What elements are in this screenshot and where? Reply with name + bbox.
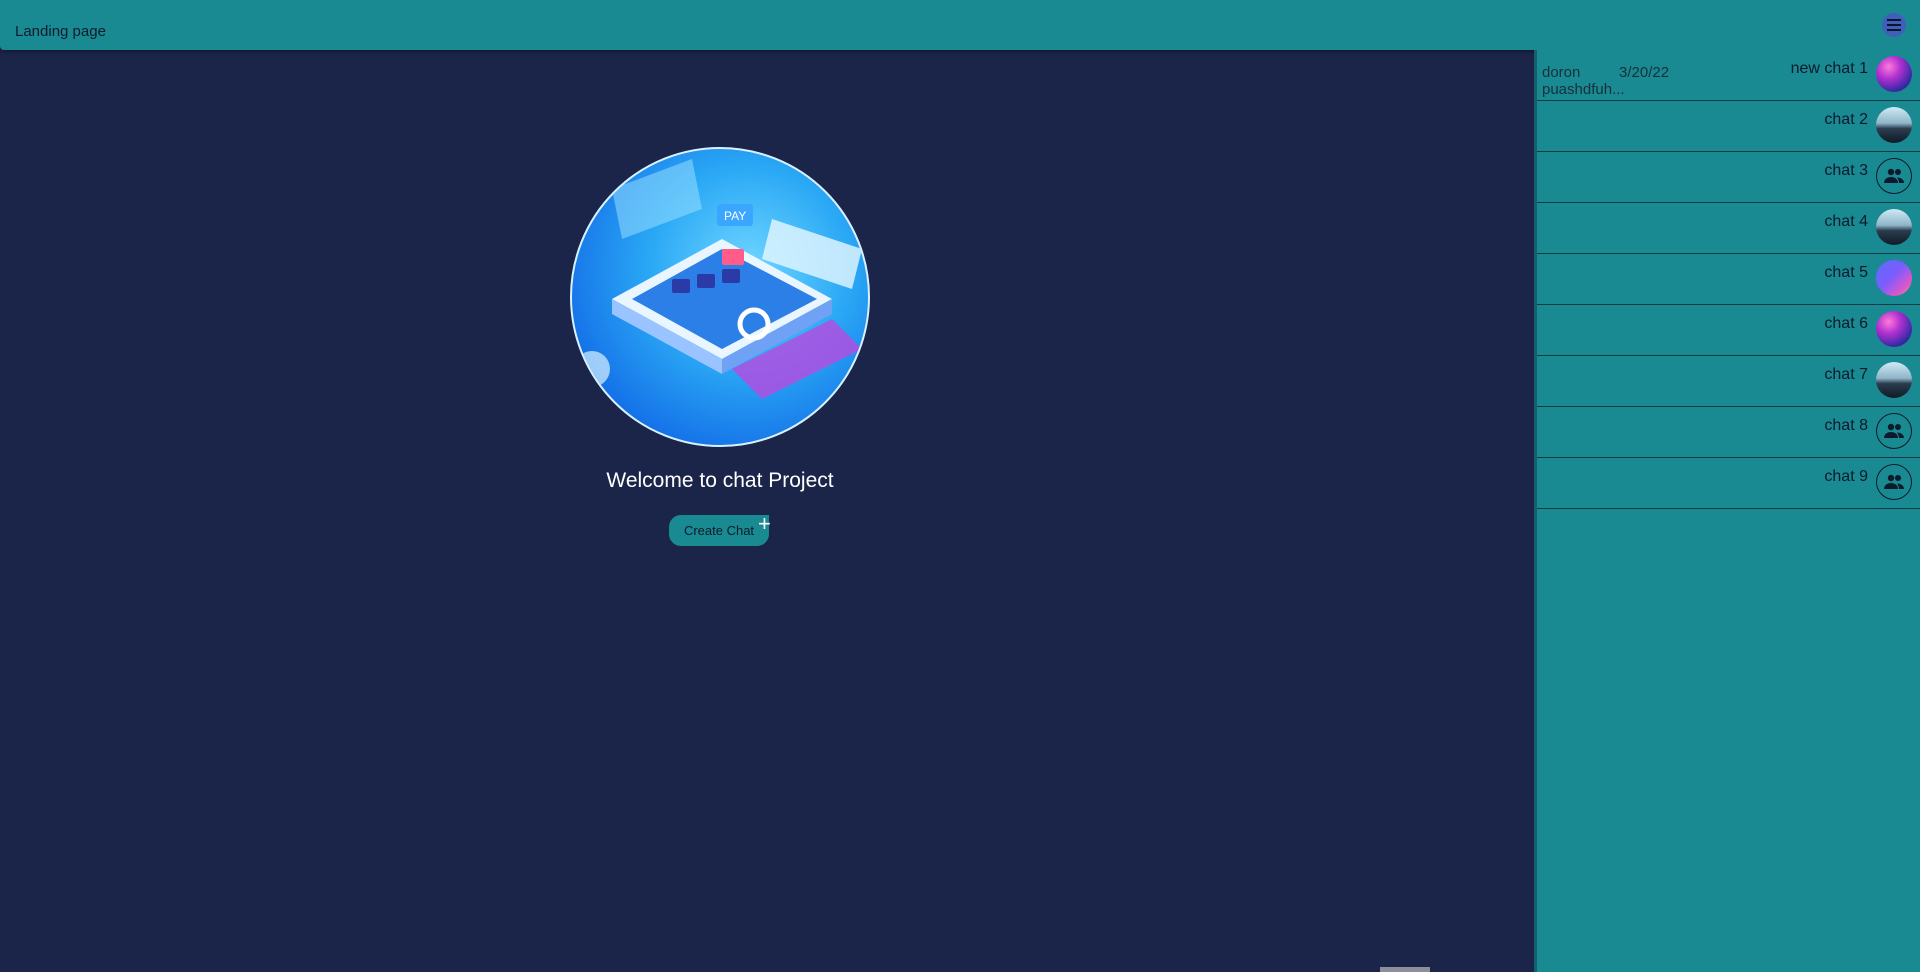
svg-text:PAY: PAY xyxy=(724,209,746,223)
planet-avatar xyxy=(1876,56,1912,92)
chat-item-2[interactable]: chat 2 xyxy=(1537,101,1920,152)
chat-item-7[interactable]: chat 7 xyxy=(1537,356,1920,407)
top-app-bar: Landing page xyxy=(0,0,1920,50)
welcome-heading: Welcome to chat Project xyxy=(606,469,834,492)
chat-item-3[interactable]: chat 3 xyxy=(1537,152,1920,203)
hamburger-icon xyxy=(1887,19,1901,21)
chat-name: chat 7 xyxy=(1824,366,1868,383)
chat-item-9[interactable]: chat 9 xyxy=(1537,458,1920,509)
chat-item-6[interactable]: chat 6 xyxy=(1537,305,1920,356)
chat-date: 3/20/22 xyxy=(1619,64,1670,81)
chat-name: chat 5 xyxy=(1824,264,1868,281)
mountain-avatar xyxy=(1876,362,1912,398)
chat-list-sidebar: doron 3/20/22 puashdfuh... new chat 1 ch… xyxy=(1534,50,1920,972)
horizontal-scrollbar[interactable] xyxy=(1380,967,1430,972)
chat-name: chat 9 xyxy=(1824,468,1868,485)
chat-sender: doron xyxy=(1542,64,1581,81)
chat-item-8[interactable]: chat 8 xyxy=(1537,407,1920,458)
create-chat-label: Create Chat xyxy=(683,523,755,538)
chat-name: chat 4 xyxy=(1824,213,1868,230)
chat-name: new chat 1 xyxy=(1790,60,1868,77)
group-icon xyxy=(1876,464,1912,500)
abstract-avatar xyxy=(1876,260,1912,296)
chat-preview: puashdfuh... xyxy=(1542,81,1625,98)
create-chat-button[interactable]: Create Chat xyxy=(669,515,769,546)
chat-name: chat 6 xyxy=(1824,315,1868,332)
chat-name: chat 8 xyxy=(1824,417,1868,434)
plus-icon[interactable]: + xyxy=(758,513,771,535)
mountain-avatar xyxy=(1876,107,1912,143)
page-title: Landing page xyxy=(15,23,106,40)
mountain-avatar xyxy=(1876,209,1912,245)
chat-name: chat 2 xyxy=(1824,111,1868,128)
chat-item-4[interactable]: chat 4 xyxy=(1537,203,1920,254)
chat-item-5[interactable]: chat 5 xyxy=(1537,254,1920,305)
group-icon xyxy=(1876,158,1912,194)
group-icon xyxy=(1876,413,1912,449)
chat-name: chat 3 xyxy=(1824,162,1868,179)
planet-avatar xyxy=(1876,311,1912,347)
chat-item-1[interactable]: doron 3/20/22 puashdfuh... new chat 1 xyxy=(1537,50,1920,101)
menu-button[interactable] xyxy=(1882,13,1906,37)
hero-illustration: PAY xyxy=(570,147,870,447)
